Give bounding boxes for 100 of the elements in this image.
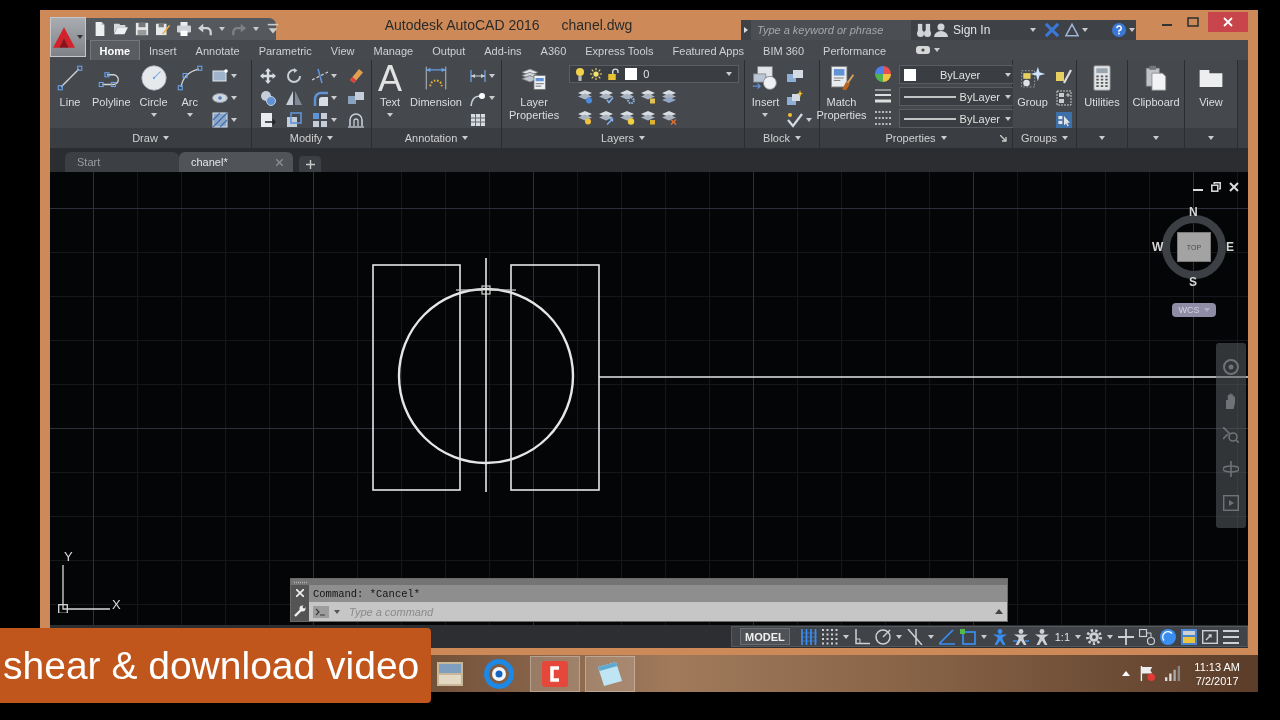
tick-icon[interactable] <box>787 112 804 128</box>
pencil-square-icon[interactable] <box>1055 68 1072 84</box>
caret-icon[interactable] <box>334 609 340 614</box>
wrench-icon[interactable] <box>294 605 306 617</box>
tool-button[interactable]: Line <box>57 65 83 109</box>
caret-icon[interactable] <box>762 113 769 117</box>
property-dropdown[interactable]: ByLayer <box>898 65 1016 84</box>
floppy-pencil-icon[interactable] <box>156 22 170 36</box>
caret-icon[interactable] <box>1107 634 1113 639</box>
caret-icon[interactable] <box>1062 136 1069 140</box>
prompt-icon[interactable] <box>313 605 329 618</box>
angle-lines-icon[interactable] <box>938 628 955 645</box>
tool-button[interactable]: Layer Properties <box>507 65 562 122</box>
expand-arrow-icon[interactable] <box>744 27 748 33</box>
grouped-squares-icon[interactable] <box>1055 90 1072 106</box>
toggle-pill-icon[interactable] <box>915 46 930 54</box>
layer-sheet-icon[interactable] <box>598 88 615 104</box>
file-tab[interactable]: chanel* <box>179 152 293 172</box>
caret-icon[interactable] <box>330 74 337 78</box>
compass-label[interactable]: N <box>1189 205 1198 219</box>
caret-icon[interactable] <box>230 74 237 78</box>
caret-icon[interactable] <box>842 634 849 639</box>
cursor-squares-icon[interactable] <box>1055 112 1072 128</box>
ring-icon[interactable] <box>484 658 514 689</box>
tool-button[interactable]: Polyline <box>92 65 131 109</box>
caret-icon[interactable] <box>940 136 947 140</box>
panel-title[interactable]: Layers <box>601 132 634 144</box>
plus-icon[interactable] <box>1118 628 1134 645</box>
caret-icon[interactable] <box>1208 136 1214 140</box>
taskbar-button[interactable] <box>585 655 635 692</box>
panel-title[interactable]: Annotation <box>404 132 458 144</box>
printer-icon[interactable] <box>177 22 191 36</box>
compass-label[interactable]: E <box>1226 240 1234 254</box>
caret-icon[interactable] <box>639 136 645 140</box>
caret-icon[interactable] <box>806 118 813 122</box>
film-play-icon[interactable] <box>1223 495 1239 511</box>
blocks-icon[interactable] <box>347 90 364 106</box>
crossing-lines-icon[interactable] <box>311 68 328 84</box>
right-angle-icon[interactable] <box>853 628 870 645</box>
leader-icon[interactable] <box>470 90 486 106</box>
steering-wheel-icon[interactable] <box>1223 359 1239 375</box>
snap-square-icon[interactable] <box>959 628 976 645</box>
tool-button[interactable]: Arc <box>176 65 203 109</box>
caret-icon[interactable] <box>1082 28 1089 32</box>
caret-icon[interactable] <box>186 113 193 117</box>
model-space-button[interactable]: MODEL <box>739 628 790 645</box>
caret-icon[interactable] <box>230 96 237 100</box>
caret-icon[interactable] <box>462 136 469 140</box>
caret-icon[interactable] <box>933 48 940 52</box>
layer-sheet-icon[interactable] <box>640 88 657 104</box>
dot-grid-icon[interactable] <box>821 628 838 645</box>
scale-squares-icon[interactable] <box>285 112 302 128</box>
ribbon-tab[interactable]: Add-ins <box>474 40 532 60</box>
ribbon-tab[interactable]: Insert <box>139 40 187 60</box>
dialog-launcher-icon[interactable] <box>1000 135 1007 142</box>
two-circles-icon[interactable] <box>259 90 276 106</box>
four-arrows-icon[interactable] <box>259 68 276 84</box>
sign-in-button[interactable]: Sign In <box>953 23 991 37</box>
grid-lines-icon[interactable] <box>800 628 817 645</box>
shapes-sparkle-icon[interactable] <box>787 90 804 106</box>
flag-icon[interactable] <box>1140 666 1156 681</box>
search-field[interactable]: Type a keyword or phrase <box>751 20 911 40</box>
grip-dots-icon[interactable] <box>294 580 308 584</box>
annotation-scale-button[interactable]: 1:1 <box>1033 628 1070 645</box>
rectangle-icon[interactable] <box>211 68 228 84</box>
caret-icon[interactable] <box>927 634 934 639</box>
caret-up-icon[interactable] <box>1122 671 1131 676</box>
compass-ring-icon[interactable] <box>1162 215 1226 279</box>
panel-title[interactable]: Draw <box>132 132 158 144</box>
tool-button[interactable]: Dimension <box>410 65 462 109</box>
tool-button[interactable]: Match Properties <box>816 65 867 122</box>
mirror-triangles-icon[interactable] <box>285 90 302 106</box>
panel-title[interactable]: Properties <box>885 132 936 144</box>
binoculars-icon[interactable] <box>917 23 931 37</box>
caret-icon[interactable] <box>1129 28 1136 32</box>
property-dropdown[interactable]: ByLayer <box>898 109 1016 128</box>
ribbon-tab[interactable]: View <box>321 40 364 60</box>
zoom-icon[interactable] <box>1223 427 1239 443</box>
triangle-up-icon[interactable] <box>995 609 1003 614</box>
hatch-icon[interactable] <box>211 112 228 128</box>
shapes-outline-icon[interactable] <box>1139 628 1155 645</box>
filled-circle-icon[interactable] <box>1160 628 1176 645</box>
clock-time[interactable]: 11:13 AM <box>1194 659 1240 674</box>
layer-sheet-icon[interactable] <box>619 88 636 104</box>
new-tab-button[interactable] <box>299 156 321 172</box>
layer-sheet-icon[interactable] <box>577 88 594 104</box>
grid-squares-icon[interactable] <box>311 112 328 128</box>
layer-sheet-icon[interactable] <box>598 109 615 125</box>
caret-icon[interactable] <box>162 136 169 140</box>
caret-icon[interactable] <box>794 136 801 140</box>
caret-icon[interactable] <box>330 118 337 122</box>
shapes-icon[interactable] <box>787 68 804 84</box>
layer-sheet-icon[interactable] <box>619 109 636 125</box>
tile-icon[interactable] <box>1181 628 1197 645</box>
tool-button[interactable]: Circle <box>139 65 168 109</box>
caret-icon[interactable] <box>489 96 495 100</box>
ribbon-tab[interactable]: BIM 360 <box>753 40 814 60</box>
orbit-icon[interactable] <box>1223 461 1239 477</box>
layer-sheet-icon[interactable] <box>661 109 678 125</box>
layer-sheet-icon[interactable] <box>640 109 657 125</box>
